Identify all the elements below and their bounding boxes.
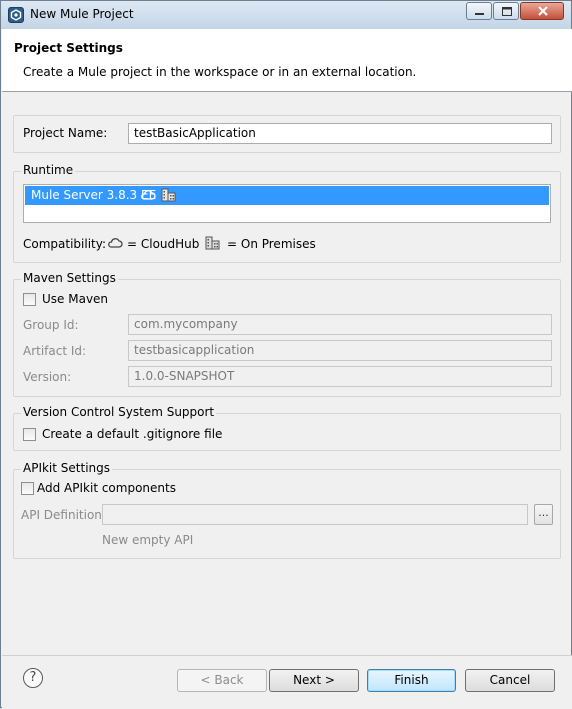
add-apikit-label: Add APIkit components [37, 481, 176, 495]
version-input[interactable]: 1.0.0-SNAPSHOT [128, 366, 552, 387]
runtime-item-label: Mule Server 3.8.3 EE [31, 188, 157, 202]
on-premises-building-icon [205, 236, 220, 250]
group-id-input[interactable]: com.mycompany [128, 314, 552, 335]
close-button[interactable] [520, 2, 564, 20]
project-name-input[interactable]: testBasicApplication [128, 123, 552, 144]
minimize-button[interactable] [466, 2, 492, 20]
vcs-group-label: Version Control System Support [21, 405, 217, 419]
next-button[interactable]: Next > [269, 669, 359, 692]
maximize-icon [502, 7, 512, 16]
cloud-icon [141, 190, 156, 200]
project-name-label: Project Name: [23, 126, 108, 140]
compatibility-label: Compatibility: [23, 237, 107, 251]
building-icon [161, 188, 176, 202]
runtime-item-selected[interactable]: Mule Server 3.8.3 EE [25, 186, 549, 205]
artifact-id-input[interactable]: testbasicapplication [128, 340, 552, 361]
gitignore-label: Create a default .gitignore file [42, 427, 223, 441]
runtime-list[interactable]: Mule Server 3.8.3 EE [23, 184, 551, 223]
cloudhub-cloud-icon [108, 238, 123, 248]
browse-api-button[interactable]: ... [534, 504, 553, 525]
version-label: Version: [23, 370, 72, 384]
maximize-button[interactable] [493, 2, 519, 20]
title-bar[interactable]: New Mule Project [1, 1, 571, 29]
api-definition-input[interactable] [102, 504, 528, 525]
finish-button[interactable]: Finish [367, 669, 456, 692]
mule-app-icon [8, 7, 24, 23]
window-title: New Mule Project [30, 7, 134, 21]
use-maven-checkbox[interactable] [23, 293, 36, 306]
use-maven-label: Use Maven [42, 292, 109, 306]
page-description: Create a Mule project in the workspace o… [23, 65, 417, 79]
api-definition-label: API Definition: [21, 508, 106, 522]
api-hint: New empty API [102, 533, 194, 547]
group-id-label: Group Id: [23, 318, 79, 332]
minimize-icon [475, 13, 484, 15]
gitignore-checkbox[interactable] [23, 428, 36, 441]
artifact-id-label: Artifact Id: [23, 344, 87, 358]
maven-group-label: Maven Settings [21, 271, 118, 285]
close-icon [538, 6, 548, 16]
page-title: Project Settings [14, 41, 123, 55]
cancel-button[interactable]: Cancel [465, 669, 555, 692]
on-premises-legend: = On Premises [227, 237, 316, 251]
add-apikit-checkbox[interactable] [21, 482, 34, 495]
wizard-header: Project Settings Create a Mule project i… [2, 29, 572, 92]
back-button[interactable]: < Back [177, 669, 267, 692]
runtime-group-label: Runtime [21, 163, 76, 177]
help-icon[interactable]: ? [23, 668, 43, 688]
cloudhub-legend: = CloudHub [127, 237, 200, 251]
dialog-window: New Mule Project Project Settings Create… [0, 0, 572, 709]
apikit-group-label: APIkit Settings [21, 461, 113, 475]
